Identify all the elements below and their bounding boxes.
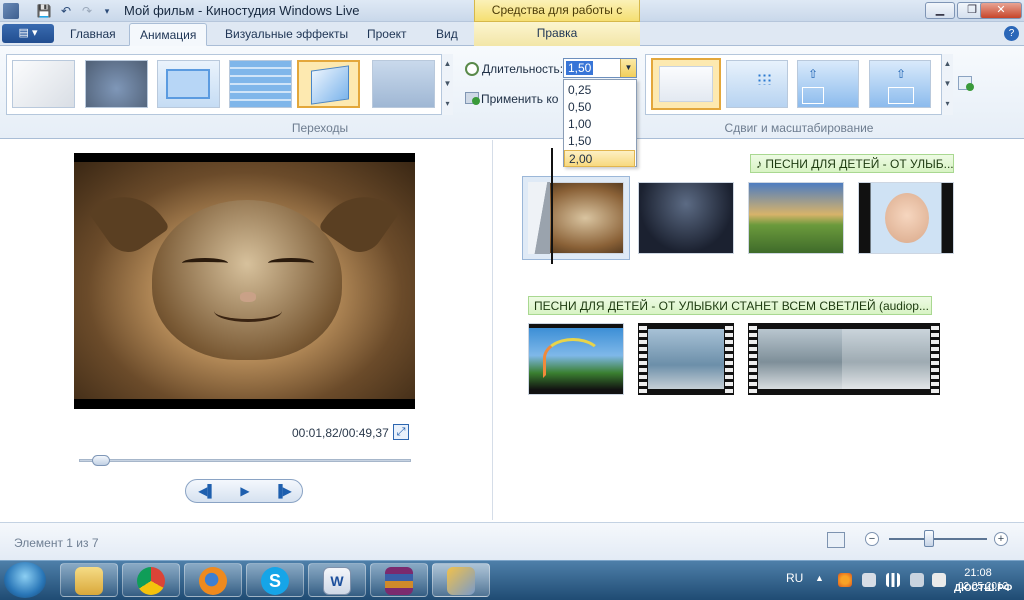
thumbnail-size-icon[interactable] bbox=[827, 532, 845, 548]
tab-project[interactable]: Проект bbox=[357, 23, 417, 46]
movie-maker-icon bbox=[447, 567, 475, 595]
skype-icon: S bbox=[261, 567, 289, 595]
tab-home[interactable]: Главная bbox=[60, 23, 126, 46]
previous-frame-button[interactable]: ◀▌ bbox=[189, 481, 225, 501]
storyboard-clip-horses[interactable] bbox=[638, 323, 734, 395]
zoom-out-button[interactable]: − bbox=[865, 532, 879, 546]
clock-time: 21:08 bbox=[964, 567, 992, 579]
zoom-slider-thumb[interactable] bbox=[924, 530, 934, 547]
volume-icon[interactable] bbox=[910, 573, 924, 587]
storyboard-clip-dark-landscape[interactable] bbox=[638, 182, 734, 254]
word-icon: W bbox=[323, 567, 351, 595]
taskbar-firefox[interactable] bbox=[184, 563, 242, 597]
transition-tiles[interactable] bbox=[229, 60, 292, 108]
pan-zoom-check-icon bbox=[966, 83, 974, 91]
transition-marker bbox=[528, 182, 550, 254]
close-button[interactable]: ✕ bbox=[980, 2, 1022, 19]
duration-label: Длительность: bbox=[482, 62, 564, 76]
pan-zoom-in-center[interactable]: ⇧ bbox=[869, 60, 931, 108]
duration-option[interactable]: 1,50 bbox=[564, 133, 635, 150]
winrar-icon bbox=[385, 567, 413, 595]
window-title: Мой фильм - Киностудия Windows Live bbox=[124, 3, 360, 18]
kitten-smile bbox=[214, 300, 282, 322]
storyboard-clip-sunset-lake[interactable] bbox=[748, 182, 844, 254]
show-hidden-icons-icon[interactable]: ▲ bbox=[815, 573, 824, 583]
watermark-text: ДЮСТШ.РФ bbox=[954, 583, 1013, 594]
speaker-icon[interactable] bbox=[932, 573, 946, 587]
duration-dropdown-icon[interactable]: ▼ bbox=[620, 59, 636, 77]
chrome-icon bbox=[137, 567, 165, 595]
playback-time: 00:01,82/00:49,37 bbox=[292, 426, 389, 440]
zoom-slider[interactable] bbox=[889, 538, 987, 540]
quick-access-dropdown-icon[interactable]: ▾ bbox=[99, 3, 115, 19]
undo-icon[interactable]: ↶ bbox=[58, 3, 74, 19]
storyboard-clip-rainbow[interactable] bbox=[528, 323, 624, 395]
transition-frames[interactable] bbox=[157, 60, 220, 108]
storyboard-clip-child[interactable] bbox=[858, 182, 954, 254]
save-icon[interactable]: 💾 bbox=[36, 3, 52, 19]
apply-check-icon bbox=[472, 97, 480, 105]
taskbar-chrome[interactable] bbox=[122, 563, 180, 597]
taskbar-winrar[interactable] bbox=[370, 563, 428, 597]
transitions-group-label: Переходы bbox=[291, 121, 349, 135]
taskbar-explorer[interactable] bbox=[60, 563, 118, 597]
app-icon[interactable] bbox=[3, 3, 19, 19]
duration-option[interactable]: 0,50 bbox=[564, 99, 635, 116]
seek-bar[interactable] bbox=[79, 459, 411, 462]
tray-device-icon[interactable] bbox=[862, 573, 876, 587]
tab-edit[interactable]: Правка bbox=[474, 22, 640, 46]
start-button[interactable] bbox=[4, 562, 46, 598]
context-tab-group-label: Средства для работы с видео bbox=[474, 0, 640, 37]
duration-option[interactable]: 0,25 bbox=[564, 82, 635, 99]
pan-zoom-group-label: Сдвиг и масштабирование bbox=[724, 121, 874, 135]
language-indicator[interactable]: RU bbox=[786, 571, 803, 585]
taskbar-movie-maker[interactable] bbox=[432, 563, 490, 597]
transitions-gallery-scroll[interactable]: ▲ ▼ ▾ bbox=[441, 54, 453, 115]
file-menu-button[interactable]: ▤ ▾ bbox=[2, 24, 54, 43]
tray-app-icon[interactable] bbox=[838, 573, 852, 587]
kitten-eye-right bbox=[268, 258, 314, 268]
element-count: Элемент 1 из 7 bbox=[14, 536, 99, 550]
pan-zoom-auto[interactable] bbox=[726, 60, 788, 108]
duration-option[interactable]: 1,00 bbox=[564, 116, 635, 133]
transition-crossfade[interactable] bbox=[85, 60, 148, 108]
zoom-in-button[interactable]: + bbox=[994, 532, 1008, 546]
pane-divider[interactable] bbox=[492, 140, 493, 520]
tab-visual-effects[interactable]: Визуальные эффекты bbox=[215, 23, 358, 46]
duration-icon bbox=[465, 62, 479, 76]
playhead[interactable] bbox=[551, 148, 553, 264]
redo-icon[interactable]: ↷ bbox=[79, 3, 95, 19]
music-track-1[interactable]: ♪ ПЕСНИ ДЛЯ ДЕТЕЙ - ОТ УЛЫБ... bbox=[750, 154, 954, 173]
seek-thumb[interactable] bbox=[91, 455, 110, 466]
transition-none[interactable] bbox=[12, 60, 75, 108]
fullscreen-icon[interactable]: ⤢ bbox=[393, 424, 409, 440]
apply-to-all-button[interactable]: Применить ко bbox=[481, 92, 558, 106]
play-button[interactable]: ▶ bbox=[227, 481, 263, 501]
kitten-face bbox=[152, 200, 342, 360]
pan-zoom-in-up[interactable]: ⇧ bbox=[797, 60, 859, 108]
duration-value[interactable]: 1,50 bbox=[566, 61, 594, 75]
taskbar-skype[interactable]: S bbox=[246, 563, 304, 597]
next-frame-button[interactable]: ▐▶ bbox=[265, 481, 301, 501]
tab-animation[interactable]: Анимация bbox=[129, 23, 208, 46]
pan-zoom-gallery-scroll[interactable]: ▲ ▼ ▾ bbox=[941, 54, 953, 115]
duration-option-highlighted[interactable]: 2,00 bbox=[564, 150, 635, 167]
music-track-2[interactable]: ПЕСНИ ДЛЯ ДЕТЕЙ - ОТ УЛЫБКИ СТАНЕТ ВСЕМ … bbox=[528, 296, 932, 315]
help-icon[interactable]: ? bbox=[1004, 26, 1019, 41]
folder-icon bbox=[75, 567, 103, 595]
transition-fade-blue[interactable] bbox=[372, 60, 435, 108]
storyboard-clip-seals[interactable] bbox=[748, 323, 940, 395]
minimize-button[interactable]: ▁ bbox=[925, 2, 955, 19]
network-icon[interactable] bbox=[886, 573, 900, 587]
tab-view[interactable]: Вид bbox=[426, 23, 468, 46]
taskbar-word[interactable]: W bbox=[308, 563, 366, 597]
pan-zoom-none[interactable] bbox=[651, 58, 721, 110]
firefox-icon bbox=[199, 567, 227, 595]
transition-page-turn[interactable] bbox=[297, 60, 360, 108]
kitten-eye-left bbox=[182, 258, 228, 268]
